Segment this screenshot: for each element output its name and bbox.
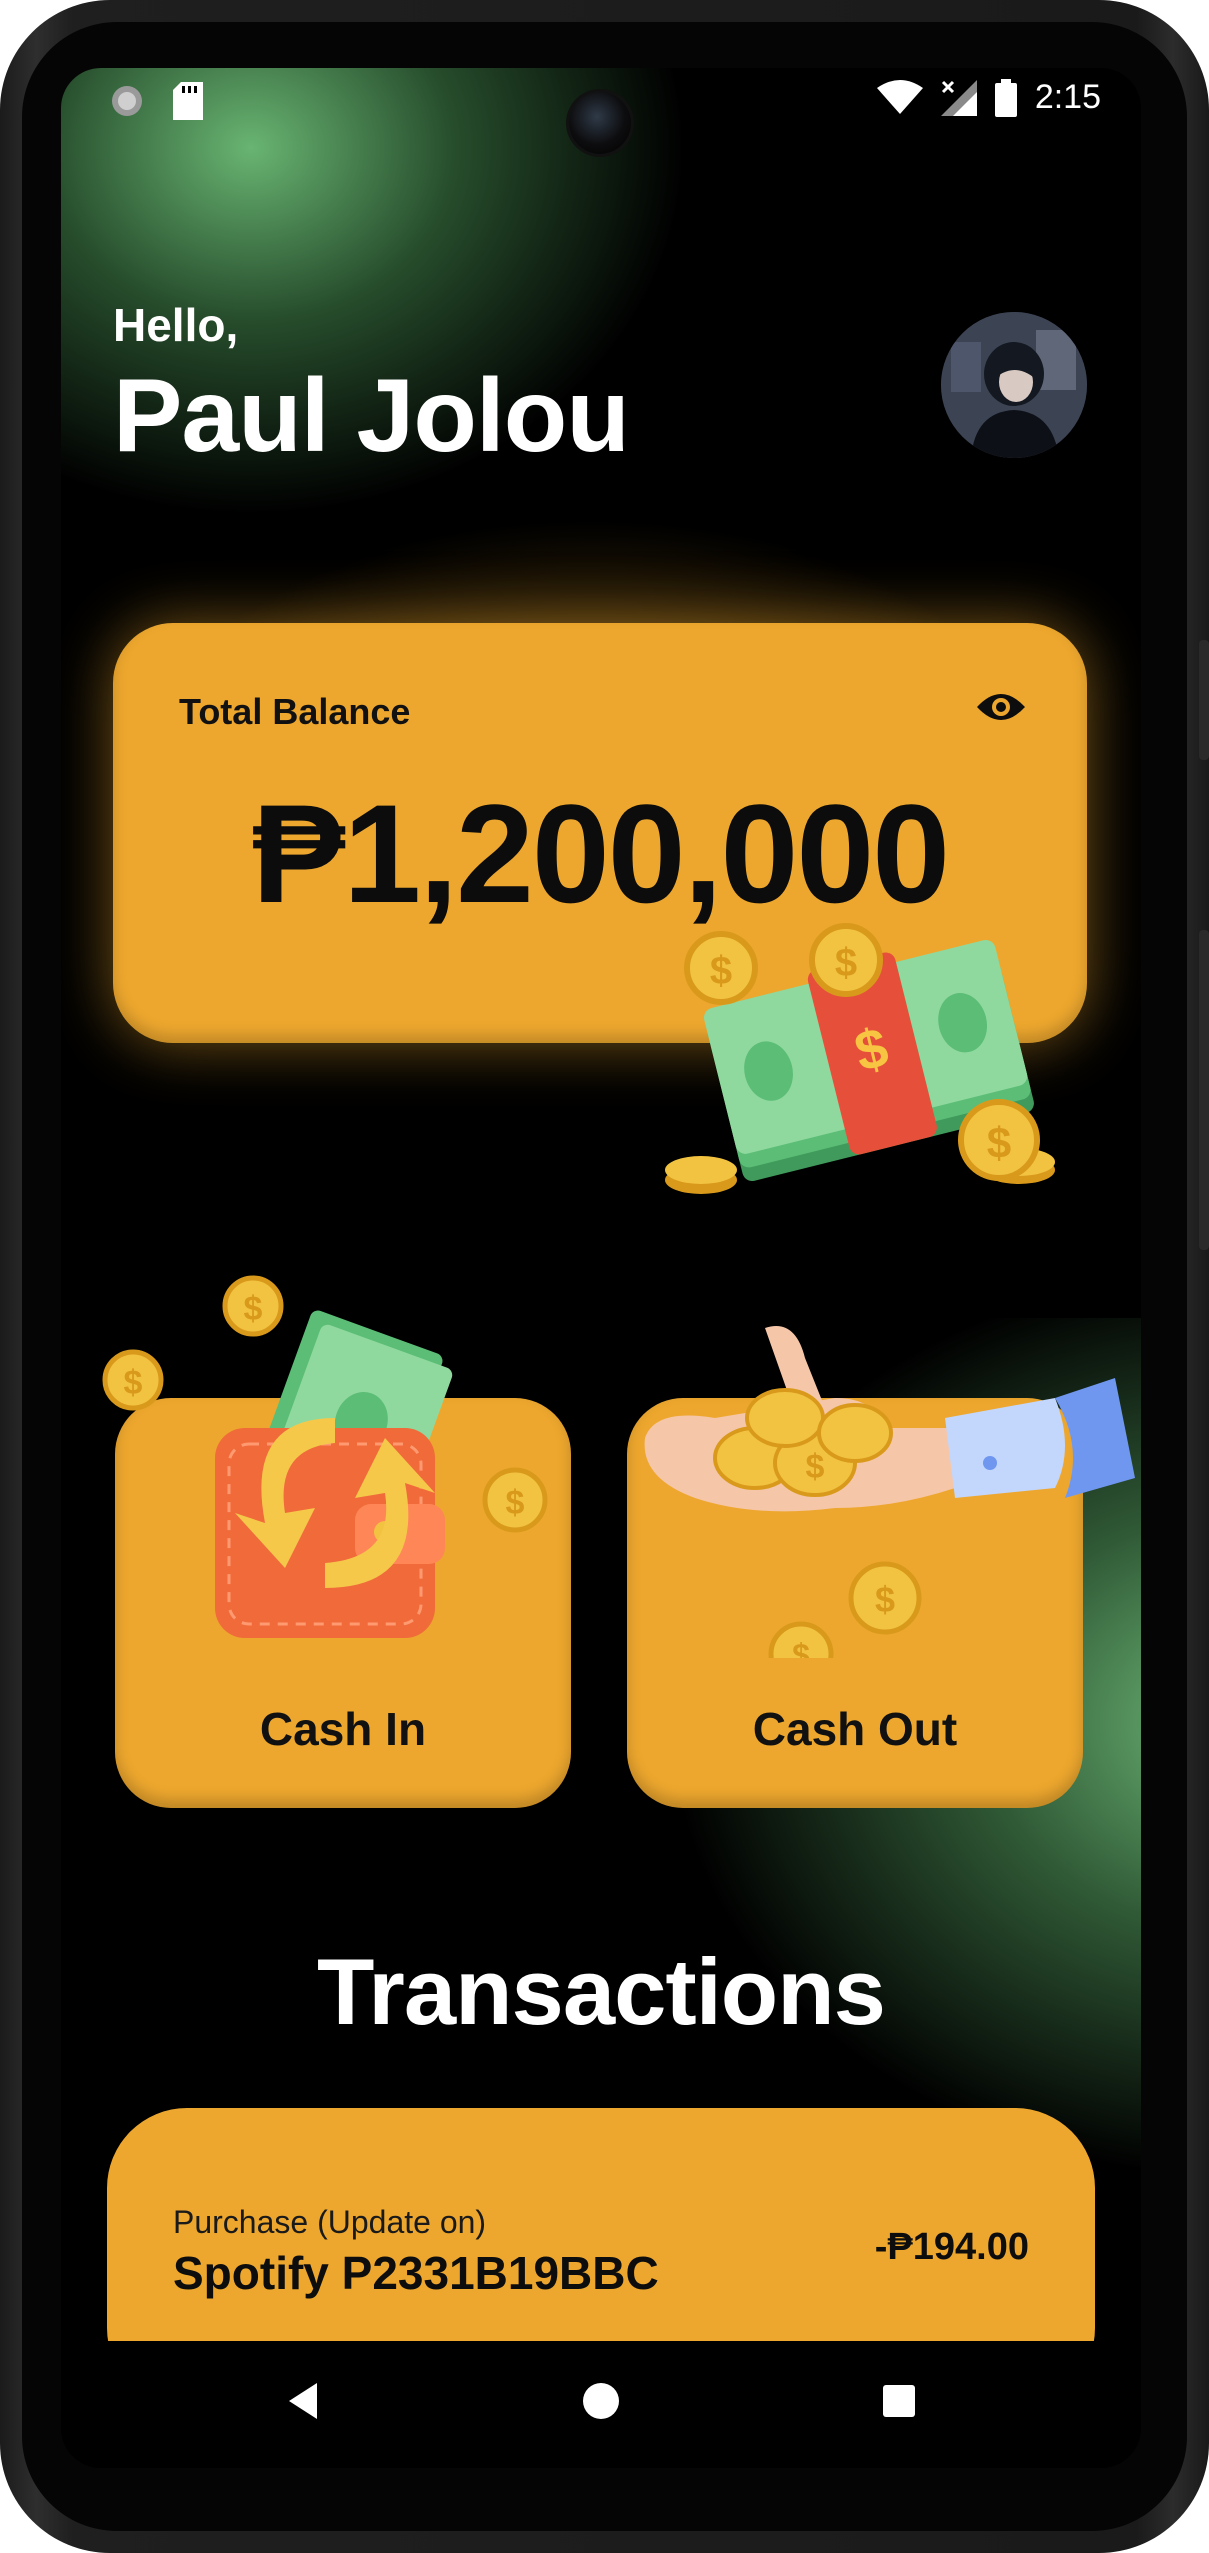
wifi-icon xyxy=(876,79,923,114)
avatar[interactable] xyxy=(941,312,1087,458)
transaction-type: Purchase (Update on) xyxy=(173,2204,487,2240)
back-icon[interactable] xyxy=(283,2379,323,2423)
sd-card-icon xyxy=(173,82,203,120)
eye-icon[interactable] xyxy=(975,689,1027,725)
status-time: 2:15 xyxy=(1034,78,1101,116)
balance-label: Total Balance xyxy=(179,691,411,732)
battery-icon xyxy=(994,78,1017,117)
svg-text:$: $ xyxy=(710,949,732,993)
transaction-amount: -₱194.00 xyxy=(874,2226,1029,2268)
signal-icon xyxy=(940,79,977,116)
wallet-icon: $ $ $ xyxy=(102,1275,548,1638)
power-button xyxy=(1199,930,1209,1250)
svg-text:$: $ xyxy=(875,1579,895,1620)
greeting-block: Hello, Paul Jolou xyxy=(113,298,630,474)
money-stack-illustration: $ $ $ $ xyxy=(665,923,1055,1194)
cash-in-label: Cash In xyxy=(259,1703,427,1755)
svg-text:$: $ xyxy=(806,1448,825,1486)
avatar-image xyxy=(941,312,1087,458)
cash-out-label: Cash Out xyxy=(752,1703,958,1755)
hand-coins-icon: $ $ $ xyxy=(644,1326,1135,1658)
transactions-heading: Transactions xyxy=(317,1939,886,2044)
phone-screen: 2:15 Hello, Paul Jolou Total Balance ₱1,… xyxy=(61,68,1141,2468)
svg-text:$: $ xyxy=(244,1290,263,1328)
balance-amount: ₱1,200,000 xyxy=(251,775,950,932)
svg-text:$: $ xyxy=(124,1364,143,1402)
greeting-text: Hello, xyxy=(113,299,239,351)
navigation-bar xyxy=(61,2341,1141,2468)
svg-text:$: $ xyxy=(987,1119,1011,1168)
home-icon[interactable] xyxy=(579,2379,623,2423)
volume-button xyxy=(1199,640,1209,760)
front-camera xyxy=(569,92,631,154)
transaction-title: Spotify P2331B19BBC xyxy=(173,2247,659,2299)
device-frame: 2:15 Hello, Paul Jolou Total Balance ₱1,… xyxy=(0,0,1209,2553)
svg-text:$: $ xyxy=(835,941,857,985)
svg-text:$: $ xyxy=(792,1637,810,1658)
user-name: Paul Jolou xyxy=(113,358,630,474)
recents-icon[interactable] xyxy=(879,2379,919,2423)
svg-text:$: $ xyxy=(506,1484,525,1522)
loading-icon xyxy=(112,86,142,116)
